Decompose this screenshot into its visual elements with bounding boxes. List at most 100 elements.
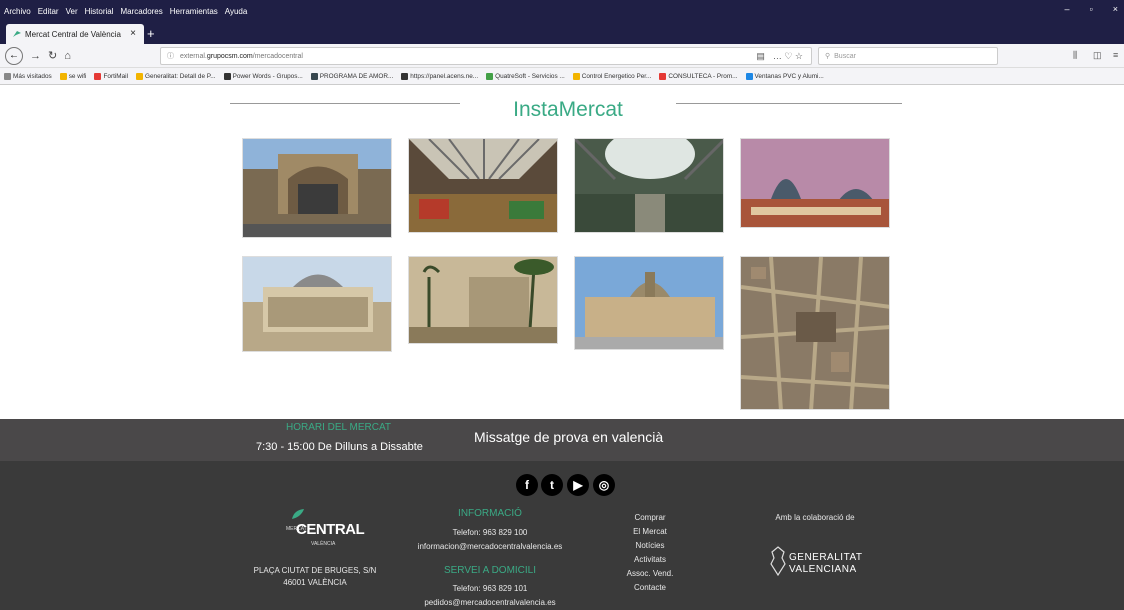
menu-herramientas[interactable]: Herramientas [170,7,218,16]
bookmark-item[interactable]: Ventanas PVC y Alumi... [745,72,824,80]
twitter-icon[interactable]: t [541,474,563,496]
youtube-icon[interactable]: ▶ [567,474,589,496]
link-noticies[interactable]: Notícies [610,541,690,550]
url-prefix: external. [180,52,207,60]
bookmark-item[interactable]: https://panel.acens.ne... [401,72,479,80]
info-phone: Telefon: 963 829 100 [452,528,528,537]
browser-tab[interactable]: Mercat Central de València × [6,24,144,44]
page-actions-icon[interactable]: … ♡ ☆ [773,51,803,62]
schedule-title: HORARI DEL MERCAT [286,422,392,433]
menu-ayuda[interactable]: Ayuda [225,7,248,16]
leaf-icon [292,509,304,519]
bookmark-item[interactable]: Generalitat: Detall de P... [135,72,216,80]
library-icon[interactable]: ⫼ [1073,50,1077,61]
mercat-central-logo[interactable]: MERCAT CENTRAL VALÈNCIA [281,508,365,550]
bookmark-label: Generalitat: Detall de P... [144,72,216,80]
bookmark-label: CONSULTECA - Prom... [668,72,738,80]
link-el-mercat[interactable]: El Mercat [610,527,690,536]
info-email[interactable]: informacion@mercadocentralvalencia.es [400,542,580,551]
menu-editar[interactable]: Editar [38,7,59,16]
address-line1: PLAÇA CIUTAT DE BRUGES, S/N [253,566,377,575]
bookmark-item[interactable]: PROGRAMA DE AMOR... [310,72,394,80]
info-title: INFORMACIÓ [458,508,522,519]
sidebar-icon[interactable]: ◫ [1093,50,1102,61]
back-icon[interactable]: ← [5,46,23,65]
bookmark-label: Más visitados [13,72,52,80]
logo-main: CENTRAL [296,521,365,538]
url-path: /mercadocentral [252,52,303,60]
menu-ver[interactable]: Ver [66,7,78,16]
bookmark-label: QuatreSoft - Servicios ... [495,72,565,80]
page-title: InstaMercat [513,98,623,121]
close-window-icon[interactable]: × [1113,4,1118,14]
instagram-icon[interactable]: ◎ [593,474,615,496]
servei-phone: Telefon: 963 829 101 [452,584,528,593]
photo-market-aerial[interactable] [242,256,392,352]
link-assoc-vend[interactable]: Assoc. Vend. [610,569,690,578]
bookmark-label: se wifi [68,72,87,80]
bookmark-label: Control Energetico Per... [581,72,652,80]
servei-email[interactable]: pedidos@mercadocentralvalencia.es [400,598,580,607]
schedule-text: 7:30 - 15:00 De Dilluns a Dissabte [256,441,423,453]
bookmark-item[interactable]: CONSULTECA - Prom... [659,72,738,80]
message-text: Missatge de prova en valencià [474,429,664,445]
menu-icon[interactable]: ≡ [1113,50,1118,60]
forward-icon[interactable]: → [30,50,41,62]
photo-market-dome[interactable] [574,138,724,233]
minimize-icon[interactable]: – [1065,4,1070,14]
bookmark-label: https://panel.acens.ne... [410,72,479,80]
link-activitats[interactable]: Activitats [610,555,690,564]
link-contacte[interactable]: Contacte [610,583,690,592]
gv-line2: VALENCIANA [789,564,857,575]
tab-title: Mercat Central de València [25,29,121,39]
bookmark-favicon-icon [310,72,318,80]
bookmark-label: Power Words - Grupos... [232,72,303,80]
bookmark-item[interactable]: Power Words - Grupos... [223,72,303,80]
photo-market-square[interactable] [408,256,558,344]
photo-market-roof[interactable] [740,138,890,228]
photo-city-map[interactable] [740,256,890,410]
bookmark-label: FortiMail [103,72,128,80]
bookmark-favicon-icon [223,72,231,80]
search-icon: ⚲ [825,53,831,60]
bookmark-favicon-icon [94,72,102,80]
bookmark-favicon-icon [59,72,67,80]
divider-right [676,103,902,104]
bookmark-favicon-icon [135,72,143,80]
reload-icon[interactable]: ↻ [48,49,57,62]
bookmark-favicon-icon [401,72,409,80]
photo-market-facade[interactable] [242,138,392,238]
menu-marcadores[interactable]: Marcadores [121,7,163,16]
bookmark-favicon-icon [486,72,494,80]
home-icon[interactable]: ⌂ [64,50,71,62]
link-comprar[interactable]: Comprar [610,513,690,522]
bookmark-item[interactable]: FortiMail [94,72,128,80]
bookmark-item[interactable]: Más visitados [4,72,52,80]
url-bar[interactable]: ⓘ external. grupocsm.com/mercadocentral ▤… [160,47,812,65]
search-input[interactable]: ⚲ Buscar [818,47,998,65]
bookmark-label: PROGRAMA DE AMOR... [319,72,394,80]
logo-sub: VALÈNCIA [311,541,336,547]
tab-close-icon[interactable]: × [130,28,136,39]
menu-historial[interactable]: Historial [85,7,114,16]
new-tab-icon[interactable]: + [147,26,155,41]
info-icon: ⓘ [167,53,174,60]
bookmark-favicon-icon [572,72,580,80]
bookmark-item[interactable]: Control Energetico Per... [572,72,652,80]
bookmark-favicon-icon [659,72,667,80]
bookmark-item[interactable]: se wifi [59,72,87,80]
menu-archivo[interactable]: Archivo [4,7,31,16]
photo-market-interior[interactable] [408,138,558,233]
bookmark-item[interactable]: QuatreSoft - Servicios ... [486,72,565,80]
facebook-icon[interactable]: f [516,474,538,496]
gv-line1: GENERALITAT [789,552,863,563]
address-line2: 46001 VALÈNCIA [283,578,347,587]
maximize-icon[interactable]: ▫ [1090,4,1093,14]
bookmark-label: Ventanas PVC y Alumi... [754,72,824,80]
menu-bar: Archivo Editar Ver Historial Marcadores … [0,0,1124,22]
generalitat-logo[interactable]: GENERALITAT VALENCIANA [770,544,880,580]
favicon-icon [13,31,21,37]
bookmark-favicon-icon [4,72,11,80]
photo-market-front[interactable] [574,256,724,350]
reader-view-icon[interactable]: ▤ [756,51,765,62]
